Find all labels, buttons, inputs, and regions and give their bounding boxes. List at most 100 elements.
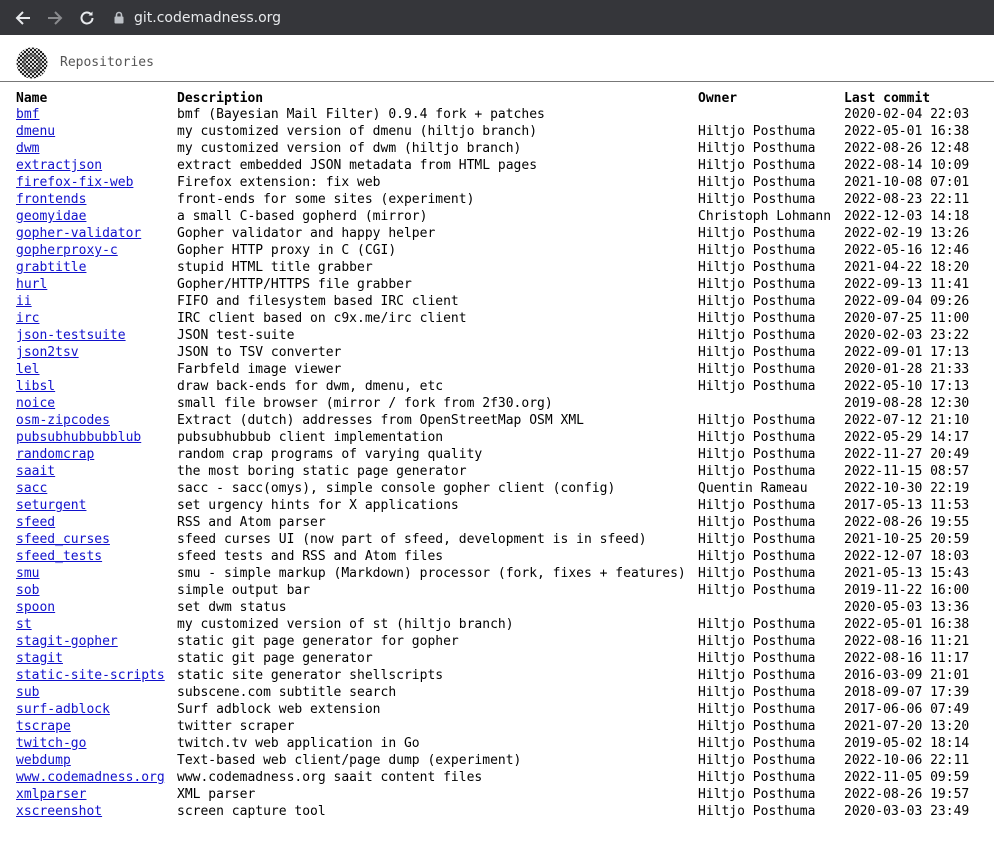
repo-link[interactable]: lel xyxy=(16,362,39,377)
repo-last-commit: 2022-11-05 09:59 xyxy=(844,770,970,785)
repo-link[interactable]: static-site-scripts xyxy=(16,668,165,683)
repo-last-commit: 2022-08-14 10:09 xyxy=(844,158,970,173)
back-button[interactable] xyxy=(8,3,38,33)
table-row: stagit static git page generator Hiltjo Po… xyxy=(16,650,969,667)
repo-last-commit: 2017-05-13 11:53 xyxy=(844,498,970,513)
repo-link[interactable]: xscreenshot xyxy=(16,804,102,819)
repo-link[interactable]: bmf xyxy=(16,107,39,122)
repo-description: Gopher validator and happy helper xyxy=(177,226,436,241)
repo-link[interactable]: extractjson xyxy=(16,158,102,173)
repo-link[interactable]: grabtitle xyxy=(16,260,86,275)
repo-description: smu - simple markup (Markdown) processor… xyxy=(177,566,686,581)
repo-name-cell: twitch-go xyxy=(16,735,177,752)
repo-last-commit: 2019-05-02 18:14 xyxy=(844,736,970,751)
repo-link[interactable]: osm-zipcodes xyxy=(16,413,110,428)
table-row: json2tsv JSON to TSV converter Hiltjo Post… xyxy=(16,344,969,361)
repo-link[interactable]: sacc xyxy=(16,481,47,496)
table-row: libsl draw back-ends for dwm, dmenu, etc H… xyxy=(16,378,969,395)
repo-link[interactable]: sfeed_curses xyxy=(16,532,110,547)
repo-last-commit: 2022-08-26 19:57 xyxy=(844,787,970,802)
repo-link[interactable]: stagit xyxy=(16,651,63,666)
repo-description: twitch.tv web application in Go xyxy=(177,736,420,751)
repo-link[interactable]: libsl xyxy=(16,379,55,394)
table-row: xscreenshot screen capture tool Hiltjo Pos… xyxy=(16,803,969,820)
repo-owner: Hiltjo Posthuma xyxy=(698,549,816,564)
repo-link[interactable]: noice xyxy=(16,396,55,411)
repo-link[interactable]: sfeed_tests xyxy=(16,549,102,564)
table-row: geomyidae a small C-based gopherd (mirror… xyxy=(16,208,969,225)
repo-description: RSS and Atom parser xyxy=(177,515,326,530)
repo-last-commit: 2022-08-26 19:55 xyxy=(844,515,970,530)
repo-link[interactable]: stagit-gopher xyxy=(16,634,118,649)
repo-link[interactable]: surf-adblock xyxy=(16,702,110,717)
repo-link[interactable]: pubsubhubbubblub xyxy=(16,430,141,445)
table-row: hurl Gopher/HTTP/HTTPS file grabber Hiltjo… xyxy=(16,276,969,293)
repo-last-commit: 2022-10-06 22:11 xyxy=(844,753,970,768)
repo-description: the most boring static page generator xyxy=(177,464,467,479)
table-row: json-testsuite JSON test-suite Hiltjo Post… xyxy=(16,327,969,344)
repo-name-cell: sfeed_curses xyxy=(16,531,177,548)
repo-link[interactable]: www.codemadness.org xyxy=(16,770,165,785)
checker-logo-icon xyxy=(16,47,48,78)
repo-link[interactable]: randomcrap xyxy=(16,447,94,462)
repo-name-cell: sfeed xyxy=(16,514,177,531)
repo-link[interactable]: ii xyxy=(16,294,32,309)
repo-link[interactable]: json-testsuite xyxy=(16,328,126,343)
repo-link[interactable]: hurl xyxy=(16,277,47,292)
repo-last-commit: 2021-05-13 15:43 xyxy=(844,566,970,581)
repo-link[interactable]: irc xyxy=(16,311,39,326)
repo-owner: Hiltjo Posthuma xyxy=(698,668,816,683)
repo-link[interactable]: gopherproxy-c xyxy=(16,243,118,258)
repo-description: front-ends for some sites (experiment) xyxy=(177,192,475,207)
table-row: tscrape twitter scraper Hiltjo Posthuma 202… xyxy=(16,718,969,735)
repo-link[interactable]: sfeed xyxy=(16,515,55,530)
repo-description: JSON test-suite xyxy=(177,328,295,343)
repo-owner: Hiltjo Posthuma xyxy=(698,447,816,462)
repo-link[interactable]: tscrape xyxy=(16,719,71,734)
reload-button[interactable] xyxy=(72,3,102,33)
repo-link[interactable]: webdump xyxy=(16,753,71,768)
repo-last-commit: 2022-05-29 14:17 xyxy=(844,430,970,445)
repo-owner: Hiltjo Posthuma xyxy=(698,175,816,190)
repo-description: Farbfeld image viewer xyxy=(177,362,342,377)
repo-link[interactable]: frontends xyxy=(16,192,86,207)
repo-link[interactable]: dmenu xyxy=(16,124,55,139)
repo-link[interactable]: st xyxy=(16,617,32,632)
repo-owner: Hiltjo Posthuma xyxy=(698,804,816,819)
repo-description: set dwm status xyxy=(177,600,287,615)
repo-link[interactable]: twitch-go xyxy=(16,736,86,751)
repo-link[interactable]: seturgent xyxy=(16,498,86,513)
repo-description: random crap programs of varying quality xyxy=(177,447,483,462)
repo-link[interactable]: smu xyxy=(16,566,39,581)
address-bar[interactable]: git.codemadness.org xyxy=(114,0,281,35)
repo-link[interactable]: firefox-fix-web xyxy=(16,175,133,190)
repo-last-commit: 2022-05-01 16:38 xyxy=(844,617,970,632)
lock-icon xyxy=(114,11,124,24)
repo-link[interactable]: dwm xyxy=(16,141,39,156)
repo-last-commit: 2022-07-12 21:10 xyxy=(844,413,970,428)
table-row: pubsubhubbubblub pubsubhubbub client impl… xyxy=(16,429,969,446)
table-header-row: Name Description Owner Last commit xyxy=(16,88,969,106)
repo-description: twitter scraper xyxy=(177,719,295,734)
repo-link[interactable]: geomyidae xyxy=(16,209,86,224)
repo-name-cell: sacc xyxy=(16,480,177,497)
table-row: surf-adblock Surf adblock web extension Hi… xyxy=(16,701,969,718)
page-title: Repositories xyxy=(60,55,154,70)
repo-last-commit: 2022-11-15 08:57 xyxy=(844,464,970,479)
repo-owner: Hiltjo Posthuma xyxy=(698,141,816,156)
table-row: st my customized version of st (hiltjo br… xyxy=(16,616,969,633)
repo-link[interactable]: sob xyxy=(16,583,39,598)
repo-link[interactable]: sub xyxy=(16,685,39,700)
repo-link[interactable]: saait xyxy=(16,464,55,479)
repo-name-cell: irc xyxy=(16,310,177,327)
repo-link[interactable]: json2tsv xyxy=(16,345,79,360)
repo-link[interactable]: spoon xyxy=(16,600,55,615)
repo-owner: Hiltjo Posthuma xyxy=(698,430,816,445)
repo-name-cell: osm-zipcodes xyxy=(16,412,177,429)
table-row: spoon set dwm status 2020-05-03 13:36 xyxy=(16,599,969,616)
repo-name-cell: libsl xyxy=(16,378,177,395)
repo-link[interactable]: xmlparser xyxy=(16,787,86,802)
forward-button[interactable] xyxy=(40,3,70,33)
repo-name-cell: json-testsuite xyxy=(16,327,177,344)
repo-link[interactable]: gopher-validator xyxy=(16,226,141,241)
